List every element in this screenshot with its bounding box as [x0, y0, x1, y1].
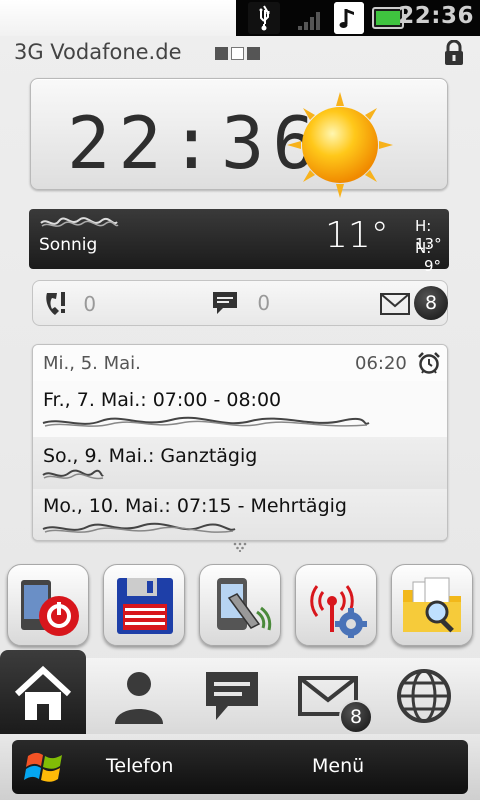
page-dot-active[interactable] — [231, 47, 244, 60]
low-value: 9° — [423, 257, 441, 275]
alarm-time: 06:20 — [355, 353, 407, 374]
home-tab[interactable] — [0, 650, 86, 734]
resize-handle-icon[interactable] — [232, 542, 248, 552]
carrier-name: 3G Vodafone.de — [14, 40, 182, 64]
softkey-right-menu[interactable]: Menü — [312, 755, 364, 777]
weather-temperature: 11° — [325, 215, 389, 256]
calendar-date: Mi., 5. Mai. — [43, 353, 141, 374]
file-explorer-app-icon[interactable] — [391, 564, 473, 646]
usb-icon — [248, 2, 280, 34]
high-label: H: — [415, 217, 432, 235]
alarm-clock-icon — [418, 352, 440, 374]
contacts-icon[interactable] — [107, 666, 171, 726]
weather-condition: Sonnig — [39, 235, 98, 255]
home-icon — [14, 665, 72, 720]
mail-count-badge: 8 — [339, 700, 373, 734]
message-icon — [213, 292, 237, 314]
weather-widget[interactable]: Sonnig 11° H:13° N:9° — [29, 209, 449, 275]
page-dot[interactable] — [247, 47, 260, 60]
music-note-icon — [334, 2, 364, 34]
event-title: So., 9. Mai.: Ganztägig — [43, 445, 258, 467]
calendar-event[interactable]: Fr., 7. Mai.: 07:00 - 08:00 — [33, 381, 447, 437]
redacted-event-detail — [42, 522, 236, 533]
messages[interactable]: 0 — [211, 289, 270, 319]
softkey-bar: Telefon Menü — [0, 734, 480, 800]
redacted-location — [40, 217, 119, 227]
email-count-badge: 8 — [414, 286, 448, 320]
power-off-app-icon[interactable] — [7, 564, 89, 646]
page-dot[interactable] — [215, 47, 228, 60]
app-shortcuts — [0, 564, 480, 648]
missed-calls[interactable]: 0 — [43, 289, 96, 319]
sun-icon — [287, 92, 393, 198]
event-title: Fr., 7. Mai.: 07:00 - 08:00 — [43, 389, 282, 411]
wireless-settings-app-icon[interactable] — [295, 564, 377, 646]
windows-logo-icon[interactable] — [24, 748, 64, 786]
softkey-left-phone[interactable]: Telefon — [106, 755, 173, 777]
missed-calls-count: 0 — [83, 292, 97, 316]
messages-count: 0 — [257, 291, 271, 315]
calendar-widget[interactable]: Mi., 5. Mai. 06:20 Fr., 7. Mai.: 07:00 -… — [32, 344, 448, 541]
status-bar: 22:36 — [0, 0, 480, 36]
notification-bar: 0 0 8 — [32, 280, 448, 326]
redacted-event-detail — [42, 469, 104, 480]
calendar-event[interactable]: So., 9. Mai.: Ganztägig — [33, 437, 447, 489]
bottom-nav-bar — [0, 650, 480, 734]
low-label: N: — [415, 239, 432, 257]
status-bar-time: 22:36 — [398, 3, 474, 29]
calendar-event[interactable]: Mo., 10. Mai.: 07:15 - Mehrtägig — [33, 489, 447, 540]
redacted-event-detail — [42, 416, 370, 427]
signal-icon — [298, 12, 320, 30]
page-indicator[interactable] — [215, 45, 263, 64]
messages-icon[interactable] — [200, 666, 264, 726]
floppy-disk-app-icon[interactable] — [103, 564, 185, 646]
softkey-bar-panel: Telefon Menü — [12, 740, 468, 794]
internet-globe-icon[interactable] — [392, 666, 456, 726]
event-title: Mo., 10. Mai.: 07:15 - Mehrtägig — [43, 495, 347, 517]
padlock-icon[interactable] — [442, 40, 466, 66]
calendar-header: Mi., 5. Mai. 06:20 — [33, 345, 447, 381]
envelope-icon[interactable] — [380, 293, 410, 315]
missed-call-icon — [46, 292, 65, 315]
weather-low: N:9° — [415, 239, 449, 275]
phone-backup-app-icon[interactable] — [199, 564, 281, 646]
